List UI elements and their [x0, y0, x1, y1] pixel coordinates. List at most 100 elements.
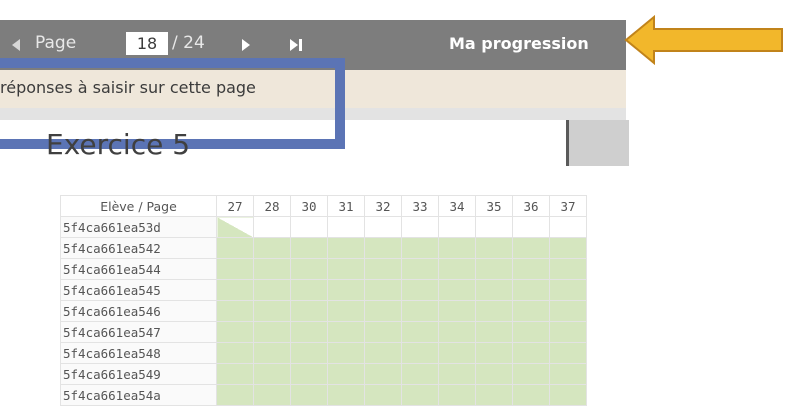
progress-cell[interactable] — [475, 258, 513, 280]
progress-cell[interactable] — [512, 321, 550, 343]
progress-cell[interactable] — [253, 342, 291, 364]
progress-cell[interactable] — [438, 258, 476, 280]
progress-cell[interactable] — [290, 279, 328, 301]
progress-cell[interactable] — [327, 363, 365, 385]
progress-cell[interactable] — [216, 300, 254, 322]
progress-cell[interactable] — [512, 258, 550, 280]
grid-corner-label: Elève / Page — [60, 195, 217, 217]
progress-cell[interactable] — [438, 279, 476, 301]
progress-cell[interactable] — [549, 300, 587, 322]
progress-cell[interactable] — [253, 237, 291, 259]
progress-cell[interactable] — [216, 258, 254, 280]
progress-cell[interactable] — [512, 342, 550, 364]
progress-cell[interactable] — [438, 342, 476, 364]
progress-cell[interactable] — [364, 300, 402, 322]
progress-cell[interactable] — [475, 300, 513, 322]
progress-cell[interactable] — [364, 258, 402, 280]
progress-cell[interactable] — [364, 321, 402, 343]
progress-cell[interactable] — [438, 384, 476, 406]
progress-cell[interactable] — [475, 321, 513, 343]
progress-cell[interactable] — [290, 363, 328, 385]
progress-cell[interactable] — [216, 342, 254, 364]
progress-cell[interactable] — [475, 279, 513, 301]
progress-cell[interactable] — [216, 216, 254, 238]
progress-cell[interactable] — [475, 342, 513, 364]
progress-cell[interactable] — [327, 300, 365, 322]
progress-cell[interactable] — [327, 279, 365, 301]
progress-cell[interactable] — [253, 363, 291, 385]
progress-cell[interactable] — [327, 321, 365, 343]
progress-cell[interactable] — [253, 279, 291, 301]
progress-cell[interactable] — [290, 300, 328, 322]
progress-cell[interactable] — [438, 300, 476, 322]
progress-cell[interactable] — [216, 321, 254, 343]
progress-cell[interactable] — [401, 258, 439, 280]
progress-cell[interactable] — [401, 300, 439, 322]
progress-cell[interactable] — [438, 216, 476, 238]
progress-cell[interactable] — [512, 237, 550, 259]
progress-cell[interactable] — [549, 216, 587, 238]
last-page-icon[interactable] — [290, 39, 302, 51]
progress-cell[interactable] — [290, 342, 328, 364]
progress-cell[interactable] — [438, 363, 476, 385]
progress-cell[interactable] — [438, 237, 476, 259]
progress-cell[interactable] — [512, 384, 550, 406]
progress-cell[interactable] — [401, 363, 439, 385]
progress-cell[interactable] — [401, 384, 439, 406]
progress-cell[interactable] — [512, 279, 550, 301]
progress-cell[interactable] — [327, 237, 365, 259]
next-page-icon[interactable] — [242, 39, 250, 51]
previous-page-icon[interactable] — [12, 39, 20, 51]
progress-cell[interactable] — [216, 279, 254, 301]
progress-cell[interactable] — [512, 216, 550, 238]
progress-cell[interactable] — [327, 258, 365, 280]
progress-cell[interactable] — [401, 216, 439, 238]
progress-cell[interactable] — [290, 258, 328, 280]
progress-cell[interactable] — [549, 384, 587, 406]
progress-cell[interactable] — [549, 363, 587, 385]
grid-header-row: Elève / Page 27 28 30 31 32 33 34 35 36 37 — [60, 195, 587, 217]
progress-cell[interactable] — [401, 279, 439, 301]
progress-cell[interactable] — [512, 300, 550, 322]
progress-cell[interactable] — [327, 342, 365, 364]
progress-cell[interactable] — [475, 363, 513, 385]
page-column-header: 33 — [401, 195, 439, 217]
progress-cell[interactable] — [364, 363, 402, 385]
progress-cell[interactable] — [253, 258, 291, 280]
progress-cell[interactable] — [549, 258, 587, 280]
progress-cell[interactable] — [253, 321, 291, 343]
progress-cell[interactable] — [327, 384, 365, 406]
progress-cell[interactable] — [290, 237, 328, 259]
progress-cell[interactable] — [327, 216, 365, 238]
progress-cell[interactable] — [475, 237, 513, 259]
progress-cell[interactable] — [549, 237, 587, 259]
progress-cell[interactable] — [438, 321, 476, 343]
page-number-input[interactable] — [126, 32, 168, 55]
progress-cell[interactable] — [216, 384, 254, 406]
student-id-cell: 5f4ca661ea542 — [60, 237, 217, 259]
progress-cell[interactable] — [401, 342, 439, 364]
progress-cell[interactable] — [401, 321, 439, 343]
progress-cell[interactable] — [253, 300, 291, 322]
progress-cell[interactable] — [475, 384, 513, 406]
progress-cell[interactable] — [290, 216, 328, 238]
progress-cell[interactable] — [253, 216, 291, 238]
progress-cell[interactable] — [290, 321, 328, 343]
progress-cell[interactable] — [364, 342, 402, 364]
progress-cell[interactable] — [549, 321, 587, 343]
progress-cell[interactable] — [512, 363, 550, 385]
progress-cell[interactable] — [549, 342, 587, 364]
progress-cell[interactable] — [364, 384, 402, 406]
my-progress-button[interactable]: Ma progression — [449, 34, 589, 53]
progress-cell[interactable] — [290, 384, 328, 406]
progress-cell[interactable] — [364, 279, 402, 301]
progress-cell[interactable] — [364, 216, 402, 238]
progress-cell[interactable] — [549, 279, 587, 301]
table-row: 5f4ca661ea547 — [60, 321, 587, 343]
progress-cell[interactable] — [364, 237, 402, 259]
progress-cell[interactable] — [401, 237, 439, 259]
progress-cell[interactable] — [475, 216, 513, 238]
progress-cell[interactable] — [253, 384, 291, 406]
progress-cell[interactable] — [216, 237, 254, 259]
progress-cell[interactable] — [216, 363, 254, 385]
